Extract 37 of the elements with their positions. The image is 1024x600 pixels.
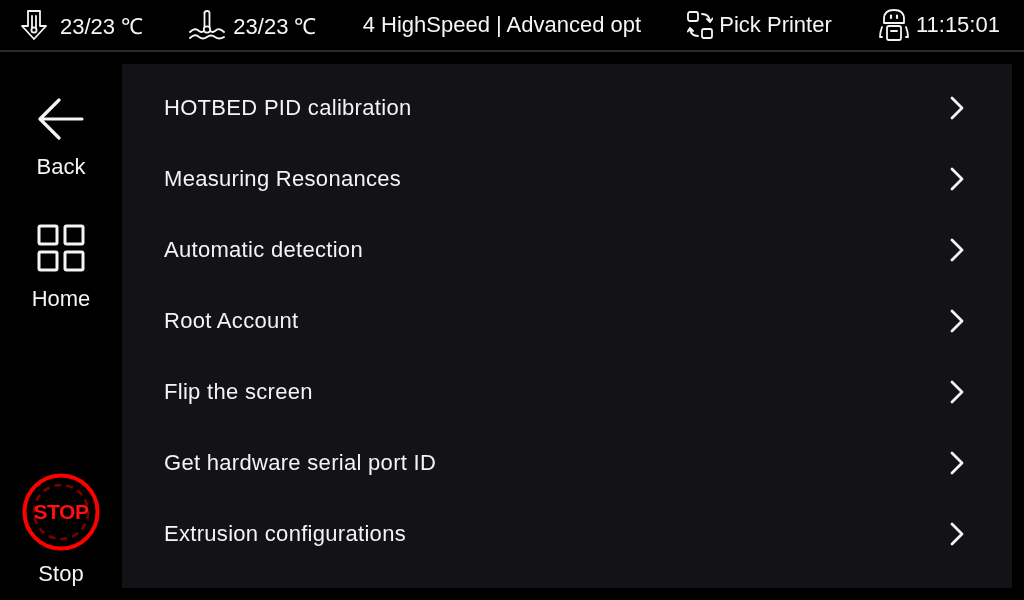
- robot-icon: [877, 8, 910, 42]
- stop-sign-icon: [22, 473, 100, 551]
- menu-item[interactable]: Root Account: [122, 285, 1012, 356]
- chevron-right-icon: [950, 379, 964, 404]
- nozzle-temperature-text: 23/23 ℃: [60, 13, 144, 40]
- menu-item-label: Get hardware serial port ID: [164, 449, 437, 476]
- swap-squares-icon: [687, 11, 714, 39]
- thermometer-waves-icon: [189, 10, 226, 40]
- pick-printer-text[interactable]: Pick Printer: [719, 12, 832, 38]
- chevron-right-icon: [950, 450, 964, 475]
- menu-item[interactable]: HOTBED PID calibration: [122, 72, 1012, 143]
- chevron-right-icon: [950, 95, 964, 120]
- menu-item-label: HOTBED PID calibration: [164, 94, 412, 121]
- bed-temperature-text: 23/23 ℃: [233, 13, 317, 40]
- menu-item-label: Measuring Resonances: [164, 165, 402, 192]
- printer-name-text: 4 HighSpeed | Advanced opt: [362, 12, 642, 38]
- menu-item-label: Flip the screen: [164, 378, 313, 405]
- chevron-right-icon: [950, 521, 964, 546]
- stop-sign-text: STOP: [32, 500, 90, 524]
- thermometer-arrow-icon: [20, 9, 48, 41]
- menu-item[interactable]: Flip the screen: [122, 356, 1012, 427]
- chevron-right-icon: [950, 237, 964, 262]
- home-button[interactable]: Home: [31, 224, 91, 312]
- chevron-right-icon: [950, 308, 964, 333]
- menu-item[interactable]: Get hardware serial port ID: [122, 427, 1012, 498]
- menu-item-label: Root Account: [164, 307, 299, 334]
- grid-squares-icon: [37, 224, 85, 272]
- menu-item[interactable]: Measuring Resonances: [122, 143, 1012, 214]
- time-text: 11:15:01: [915, 12, 1000, 38]
- back-button[interactable]: Back: [36, 98, 86, 180]
- menu-item[interactable]: Extrusion configurations: [122, 498, 1012, 569]
- chevron-right-icon: [950, 166, 964, 191]
- menu-item-label: Automatic detection: [164, 236, 363, 263]
- menu-item-label: Extrusion configurations: [164, 520, 406, 547]
- menu-item[interactable]: Automatic detection: [122, 214, 1012, 285]
- back-arrow-icon: [38, 98, 84, 140]
- stop-button[interactable]: STOP Stop: [22, 473, 100, 587]
